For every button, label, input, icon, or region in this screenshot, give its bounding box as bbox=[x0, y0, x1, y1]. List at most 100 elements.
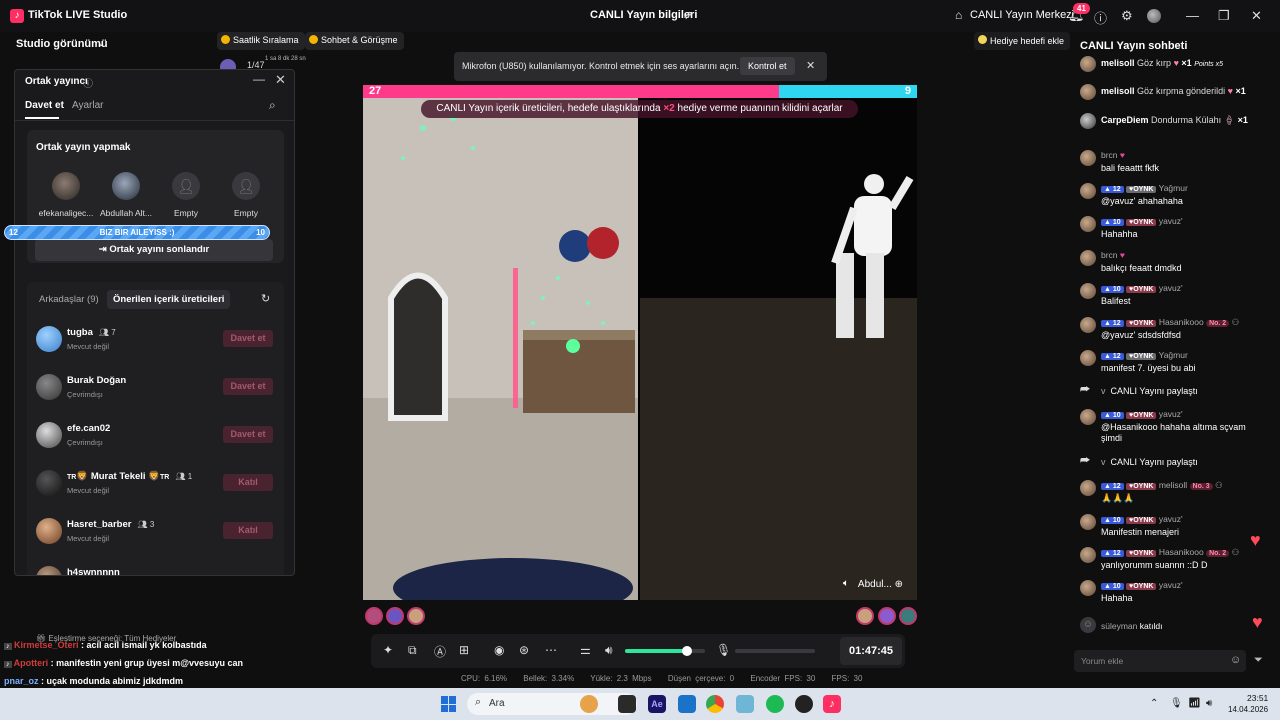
chat-user-name[interactable]: yavuz' bbox=[1159, 216, 1183, 226]
invite-button[interactable]: Davet et bbox=[223, 378, 273, 395]
taskbar-search-input[interactable]: Ara bbox=[489, 698, 505, 709]
minimize-icon[interactable]: — bbox=[253, 72, 265, 86]
rank-badge: No. 3 bbox=[1189, 483, 1213, 490]
live-video-preview[interactable]: 27 9 CANLI Yayın içerik üreticileri, hed… bbox=[363, 85, 917, 600]
ai-icon[interactable]: Ⓐ bbox=[434, 643, 446, 660]
cohost-avatar[interactable] bbox=[52, 172, 80, 200]
add-icon[interactable]: ⊕ bbox=[895, 579, 903, 590]
more-icon[interactable]: ⋯ bbox=[545, 643, 557, 657]
invite-button[interactable]: Davet et bbox=[223, 426, 273, 443]
end-cohost-button[interactable]: ⇥ Ortak yayını sonlandır bbox=[35, 239, 273, 261]
refresh-icon[interactable]: ↻ bbox=[261, 292, 270, 305]
gifter-avatar[interactable] bbox=[899, 607, 917, 625]
widgets-icon[interactable] bbox=[580, 695, 598, 713]
microphone-icon[interactable]: 🎙︎ bbox=[1170, 698, 1183, 709]
volume-icon[interactable]: 🔊︎ bbox=[605, 643, 613, 658]
tiktok-logo-icon: ♪ bbox=[10, 9, 24, 23]
chat-user-name[interactable]: Hasanikooo bbox=[1159, 547, 1204, 557]
gear-icon[interactable]: ⚙ bbox=[1121, 8, 1133, 24]
heart-gift-icon: ♥ bbox=[1173, 58, 1179, 68]
live-info-button[interactable]: CANLI Yayın bilgileri bbox=[590, 9, 697, 21]
check-button[interactable]: Kontrol et bbox=[740, 57, 795, 75]
chrome-icon[interactable] bbox=[706, 695, 724, 713]
gifter-avatar[interactable] bbox=[386, 607, 404, 625]
empty-user-icon[interactable]: 👤︎ bbox=[172, 172, 200, 200]
wifi-icon[interactable]: 📶︎ bbox=[1188, 698, 1201, 709]
maximize-icon[interactable]: ❐ bbox=[1218, 8, 1230, 24]
share-icon[interactable]: ⇗ bbox=[683, 8, 693, 22]
overlay-chat-message: : manifestin yeni grup üyesi m@vvesuyu c… bbox=[48, 658, 244, 668]
clock-date[interactable]: 14.04.2026 bbox=[1228, 705, 1268, 714]
mic-slider-track[interactable] bbox=[735, 649, 815, 653]
home-icon[interactable]: ⌂ bbox=[955, 8, 962, 22]
chat-call-chip[interactable]: Sohbet & Görüşme bbox=[305, 32, 404, 50]
gifter-avatar[interactable] bbox=[407, 607, 425, 625]
microphone-icon[interactable]: 🎙︎ bbox=[716, 643, 731, 657]
tiktok-studio-icon[interactable]: ♪ bbox=[823, 695, 841, 713]
viewer-time: 1 sa 8 dk 28 sn bbox=[265, 56, 306, 62]
after-effects-icon[interactable]: Ae bbox=[648, 695, 666, 713]
studio-view-dropdown[interactable]: Studio görünümü bbox=[16, 38, 108, 50]
help-icon[interactable]: ⓘ bbox=[83, 75, 93, 90]
tab-invite[interactable]: Davet et bbox=[25, 100, 64, 111]
add-gift-goal-button[interactable]: Hediye hedefi ekle bbox=[974, 32, 1071, 50]
invite-button[interactable]: Davet et bbox=[223, 330, 273, 347]
score-right: 9 bbox=[904, 85, 911, 97]
chevron-up-icon[interactable]: ⌃ bbox=[1150, 698, 1158, 709]
chat-user-name[interactable]: yavuz' bbox=[1159, 580, 1183, 590]
live-center-button[interactable]: CANLI Yayın Merkezi bbox=[970, 9, 1074, 21]
app-icon[interactable] bbox=[736, 695, 754, 713]
tab-settings[interactable]: Ayarlar bbox=[72, 100, 104, 111]
spotify-icon[interactable] bbox=[766, 695, 784, 713]
chat-user-name[interactable]: melisoll bbox=[1159, 480, 1187, 490]
cohost-avatar[interactable] bbox=[112, 172, 140, 200]
search-icon[interactable]: ⌕ bbox=[269, 98, 276, 113]
volume-slider-handle[interactable] bbox=[682, 646, 692, 656]
outlook-icon[interactable] bbox=[678, 695, 696, 713]
add-source-icon[interactable]: ⊞ bbox=[459, 643, 469, 657]
clock-time[interactable]: 23:51 bbox=[1247, 693, 1268, 703]
help-icon[interactable]: ⓘ bbox=[1094, 8, 1107, 27]
chat-user-name[interactable]: yavuz' bbox=[1159, 514, 1183, 524]
gifter-avatar[interactable] bbox=[856, 607, 874, 625]
layout-icon[interactable]: ⧉ bbox=[408, 643, 417, 658]
chat-user-name[interactable]: yavuz' bbox=[1159, 283, 1183, 293]
cpu-stat: CPU: 6.16% bbox=[461, 674, 508, 683]
team-score-bar: 12 BIZ BIR AILEYISS :) 10 bbox=[4, 225, 270, 240]
profile-avatar[interactable] bbox=[1147, 9, 1161, 23]
comment-input[interactable]: Yorum ekle bbox=[1081, 656, 1123, 666]
magic-wand-icon[interactable]: ✦ bbox=[383, 643, 393, 657]
emoji-icon[interactable]: ☺ bbox=[1230, 654, 1241, 666]
minimize-icon[interactable]: — bbox=[1186, 8, 1199, 23]
join-button[interactable]: Katıl bbox=[223, 522, 273, 539]
task-view-icon[interactable] bbox=[618, 695, 636, 713]
close-icon[interactable]: ✕ bbox=[1251, 8, 1262, 24]
empty-user-icon[interactable]: 👤︎ bbox=[232, 172, 260, 200]
chevron-down-icon[interactable]: ⌄ bbox=[97, 38, 105, 49]
chat-user-name[interactable]: yavuz' bbox=[1159, 409, 1183, 419]
close-icon[interactable]: ✕ bbox=[275, 72, 286, 88]
rank-badge: No. 2 bbox=[1206, 320, 1230, 327]
windows-start-icon[interactable] bbox=[441, 696, 457, 712]
record-icon[interactable]: ◉ bbox=[494, 643, 504, 657]
gifter-avatar[interactable] bbox=[878, 607, 896, 625]
join-button[interactable]: Katıl bbox=[223, 474, 273, 491]
settings-sliders-icon[interactable]: ⚌ bbox=[580, 643, 591, 657]
speaker-icon[interactable]: 🔈︎ bbox=[843, 578, 849, 589]
hourly-ranking-chip[interactable]: Saatlik Sıralama bbox=[217, 32, 305, 50]
effects-icon[interactable]: ⊛ bbox=[519, 643, 529, 657]
close-icon[interactable]: ✕ bbox=[806, 59, 815, 72]
chat-user-name[interactable]: brcn bbox=[1101, 250, 1118, 260]
filter-icon[interactable]: ⏷ bbox=[1254, 654, 1263, 667]
gifter-avatar[interactable] bbox=[365, 607, 383, 625]
chat-user-name[interactable]: Yağmur bbox=[1159, 183, 1188, 193]
gift-user: CarpeDiem bbox=[1101, 115, 1149, 125]
creator-name: efe.can02 bbox=[67, 423, 111, 434]
app-icon[interactable] bbox=[795, 695, 813, 713]
tab-friends[interactable]: Arkadaşlar (9) bbox=[39, 294, 99, 305]
chat-user-name[interactable]: Hasanikooo bbox=[1159, 317, 1204, 327]
tab-suggested-creators[interactable]: Önerilen içerik üreticileri bbox=[107, 290, 231, 309]
chat-user-name[interactable]: Yağmur bbox=[1159, 350, 1188, 360]
chat-user-name[interactable]: brcn bbox=[1101, 150, 1118, 160]
volume-icon[interactable]: 🔊︎ bbox=[1206, 698, 1212, 709]
